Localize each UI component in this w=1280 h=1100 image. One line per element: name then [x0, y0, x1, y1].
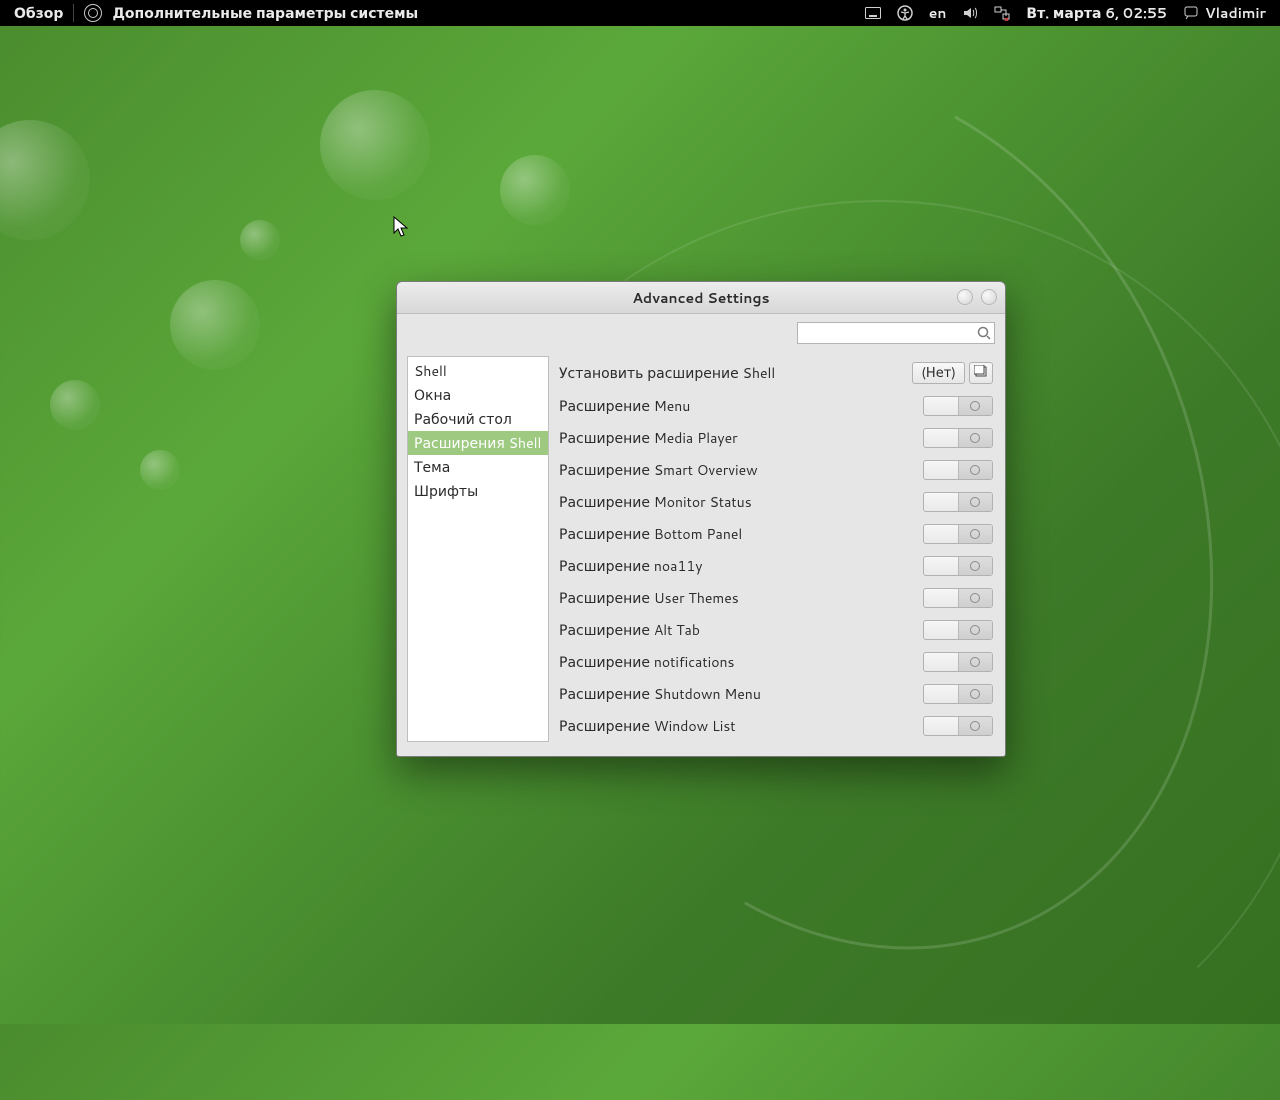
extension-toggle[interactable] [923, 524, 993, 544]
toggle-off-icon [970, 561, 980, 571]
extension-toggle[interactable] [923, 652, 993, 672]
clock-label: Вт. марта 6, 02:55 [1026, 3, 1166, 23]
extension-label: Расширение Window List [559, 716, 736, 736]
extension-row-7: Расширение Alt Tab [559, 614, 995, 646]
toggle-off-icon [970, 497, 980, 507]
volume-icon [962, 5, 978, 21]
extension-label: Расширение notifications [559, 652, 735, 672]
active-app-indicator[interactable]: Дополнительные параметры системы [76, 0, 426, 26]
advanced-settings-window: Advanced Settings ShellОкнаРабочий столР… [396, 281, 1006, 757]
network-icon [994, 5, 1010, 21]
extension-label: Расширение User Themes [559, 588, 739, 608]
extension-toggle[interactable] [923, 556, 993, 576]
extension-row-6: Расширение User Themes [559, 582, 995, 614]
toggle-off-icon [970, 433, 980, 443]
toggle-off-icon [970, 721, 980, 731]
extension-row-10: Расширение Window List [559, 710, 995, 742]
extension-row-5: Расширение noa11y [559, 550, 995, 582]
extension-label: Расширение Alt Tab [559, 620, 700, 640]
volume-indicator[interactable] [954, 0, 986, 26]
extension-toggle[interactable] [923, 588, 993, 608]
extension-label: Расширение Monitor Status [559, 492, 752, 512]
accessibility-icon [897, 5, 913, 21]
extension-row-1: Расширение Media Player [559, 422, 995, 454]
toggle-off-icon [970, 465, 980, 475]
settings-content: Установить расширение Shell (Нет) Расшир… [559, 356, 995, 742]
sidebar-item-0[interactable]: Shell [408, 359, 548, 383]
search-input[interactable] [797, 322, 995, 344]
extension-row-4: Расширение Bottom Panel [559, 518, 995, 550]
category-sidebar: ShellОкнаРабочий столРасширения ShellТем… [407, 356, 549, 742]
extension-label: Расширение Smart Overview [559, 460, 758, 480]
extension-label: Расширение Media Player [559, 428, 738, 448]
panel-separator [73, 4, 74, 22]
activities-button[interactable]: Обзор [6, 0, 71, 26]
titlebar[interactable]: Advanced Settings [397, 282, 1005, 314]
network-indicator[interactable] [986, 0, 1018, 26]
keyboard-icon [865, 5, 881, 21]
extension-toggle[interactable] [923, 396, 993, 416]
extension-row-0: Расширение Menu [559, 390, 995, 422]
user-available-icon [1183, 5, 1199, 21]
close-button[interactable] [981, 289, 997, 305]
toggle-off-icon [970, 401, 980, 411]
active-app-title: Дополнительные параметры системы [112, 3, 418, 23]
minimize-button[interactable] [957, 289, 973, 305]
extension-label: Расширение noa11y [559, 556, 702, 576]
sidebar-item-4[interactable]: Тема [408, 455, 548, 479]
user-menu[interactable]: Vladimir [1175, 0, 1274, 26]
toggle-off-icon [970, 625, 980, 635]
sidebar-item-3[interactable]: Расширения Shell [408, 431, 548, 455]
sidebar-item-1[interactable]: Окна [408, 383, 548, 407]
language-label: en [929, 3, 947, 23]
accessibility-indicator[interactable] [889, 0, 921, 26]
extension-toggle[interactable] [923, 460, 993, 480]
search-icon [977, 323, 991, 346]
toggle-off-icon [970, 593, 980, 603]
extension-row-8: Расширение notifications [559, 646, 995, 678]
toggle-off-icon [970, 689, 980, 699]
tweak-tool-icon [84, 4, 102, 22]
window-title: Advanced Settings [632, 288, 769, 308]
extension-toggle[interactable] [923, 684, 993, 704]
extension-toggle[interactable] [923, 716, 993, 736]
top-panel: Обзор Дополнительные параметры системы e… [0, 0, 1280, 26]
install-extension-value: (Нет) [921, 364, 956, 382]
install-extension-label: Установить расширение Shell [559, 363, 775, 383]
language-indicator[interactable]: en [921, 0, 955, 26]
install-extension-browse-button[interactable] [969, 362, 993, 384]
extension-row-3: Расширение Monitor Status [559, 486, 995, 518]
extension-label: Расширение Menu [559, 396, 690, 416]
username-label: Vladimir [1205, 3, 1266, 23]
sidebar-item-2[interactable]: Рабочий стол [408, 407, 548, 431]
install-extension-row: Установить расширение Shell (Нет) [559, 356, 995, 390]
extension-row-9: Расширение Shutdown Menu [559, 678, 995, 710]
toggle-off-icon [970, 657, 980, 667]
keyboard-indicator[interactable] [857, 0, 889, 26]
clock[interactable]: Вт. марта 6, 02:55 [1018, 0, 1174, 26]
extension-row-2: Расширение Smart Overview [559, 454, 995, 486]
extension-toggle[interactable] [923, 620, 993, 640]
extension-toggle[interactable] [923, 492, 993, 512]
folder-icon [974, 364, 988, 382]
activities-label: Обзор [14, 3, 63, 23]
toggle-off-icon [970, 529, 980, 539]
extension-label: Расширение Shutdown Menu [559, 684, 761, 704]
extension-toggle[interactable] [923, 428, 993, 448]
search-bar [397, 314, 1005, 348]
sidebar-item-5[interactable]: Шрифты [408, 479, 548, 503]
install-extension-value-button[interactable]: (Нет) [912, 362, 965, 384]
extension-label: Расширение Bottom Panel [559, 524, 742, 544]
